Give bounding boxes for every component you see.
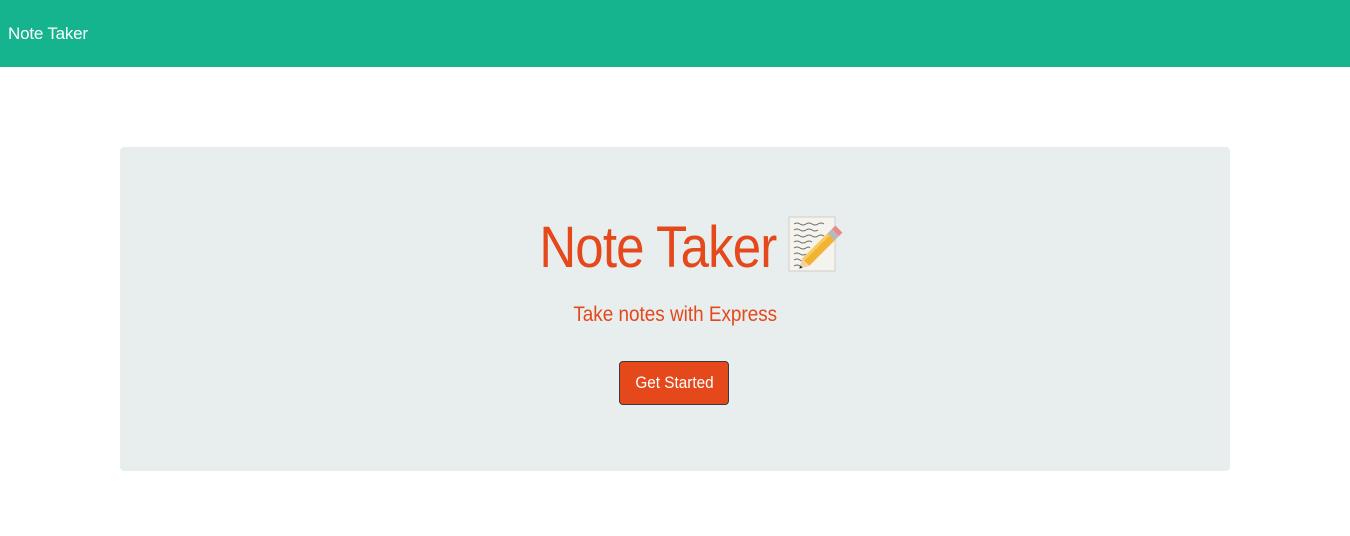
navbar-brand-link[interactable]: Note Taker	[8, 24, 88, 44]
memo-icon	[787, 215, 843, 275]
hero-title: Note Taker	[120, 209, 1230, 283]
get-started-button[interactable]: Get Started	[619, 361, 729, 405]
get-started-label: Get Started	[634, 373, 714, 392]
navbar: Note Taker	[0, 0, 1350, 67]
hero-title-text: Note Taker	[539, 214, 777, 280]
hero-subtitle: Take notes with Express	[120, 302, 1230, 328]
hero-subtitle-text: Take notes with Express	[573, 303, 777, 326]
hero-panel: Note Taker Take notes with Express Get S…	[120, 147, 1230, 471]
